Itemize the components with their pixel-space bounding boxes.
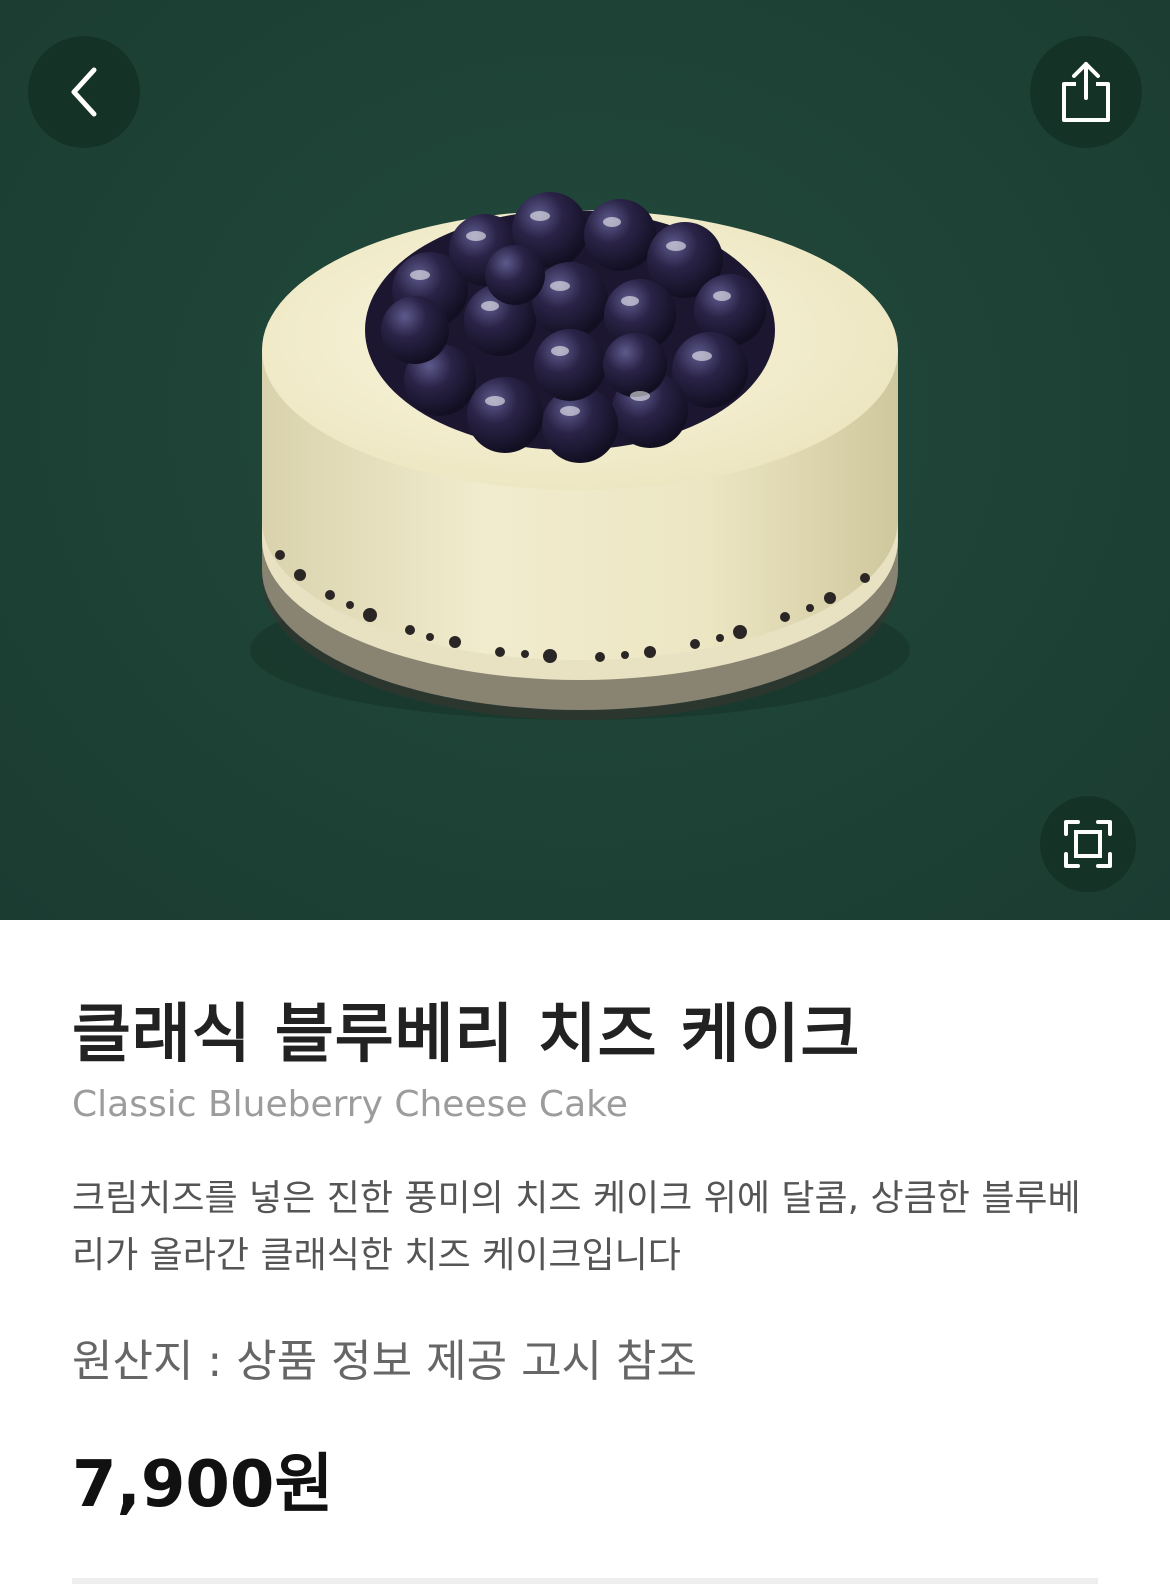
product-image-area [0, 0, 1170, 920]
back-button[interactable] [28, 36, 140, 148]
product-image [250, 192, 910, 720]
chevron-left-icon [71, 67, 97, 117]
product-english-name: Classic Blueberry Cheese Cake [72, 1084, 628, 1125]
share-button[interactable] [1030, 36, 1142, 148]
product-origin: 원산지 : 상품 정보 제공 고시 참조 [72, 1336, 697, 1387]
product-description: 크림치즈를 넣은 진한 풍미의 치즈 케이크 위에 달콤, 상큼한 블루베리가 … [72, 1178, 1081, 1276]
fullscreen-icon [1064, 820, 1112, 868]
fullscreen-button[interactable] [1040, 796, 1136, 892]
divider [72, 1578, 1098, 1584]
product-price: 7,900원 [72, 1448, 334, 1522]
product-title: 클래식 블루베리 치즈 케이크 [72, 998, 861, 1072]
share-icon [1062, 62, 1110, 122]
